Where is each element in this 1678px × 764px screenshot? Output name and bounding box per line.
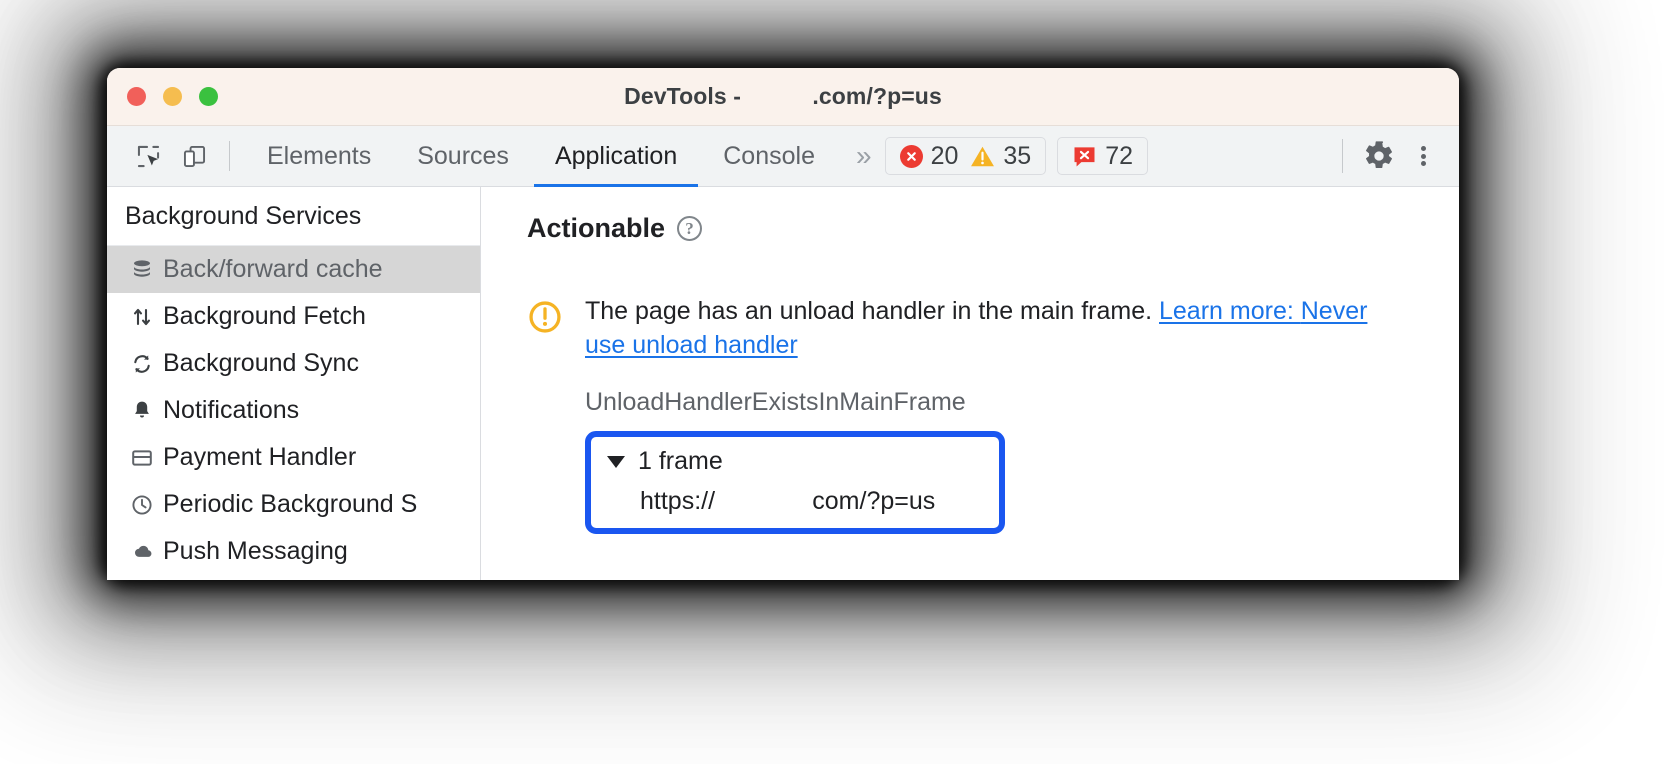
sidebar-item-notifications[interactable]: Notifications <box>107 387 480 434</box>
frames-count-label: 1 frame <box>638 447 723 475</box>
kebab-dot <box>1420 153 1426 159</box>
error-count: 20 <box>930 141 959 170</box>
tab-application-label: Application <box>554 141 678 170</box>
page-title: Actionable <box>527 213 666 243</box>
toolbar-divider-right <box>1342 139 1343 173</box>
triangle-down-icon[interactable] <box>607 455 625 468</box>
devtools-body: Background Services Back/forward cache B… <box>107 187 1459 580</box>
device-toolbar-icon[interactable] <box>171 135 217 177</box>
frame-url[interactable]: https:// com/?p=us <box>607 487 977 516</box>
warning-triangle-icon <box>970 145 995 168</box>
window-title: DevTools - .com/?p=us <box>624 83 942 109</box>
warning-count: 35 <box>1003 141 1032 170</box>
sidebar-item-label: Payment Handler <box>163 443 357 471</box>
tab-console[interactable]: Console <box>700 126 838 187</box>
kebab-menu-icon[interactable] <box>1401 134 1445 178</box>
sync-refresh-icon <box>129 351 155 377</box>
cloud-icon <box>129 539 155 565</box>
sidebar-item-label: Notifications <box>163 396 300 424</box>
screenshot-canvas: DevTools - .com/?p=us Elements Sources A… <box>0 0 1678 764</box>
reason-description: The page has an unload handler in the ma… <box>585 294 1385 362</box>
credit-card-icon <box>129 445 155 471</box>
inspect-cursor-icon[interactable] <box>125 135 171 177</box>
help-question-icon[interactable]: ? <box>677 216 703 241</box>
more-tabs-chevron-icon[interactable]: » <box>838 140 885 172</box>
sidebar-item-label: Periodic Background S <box>163 490 418 518</box>
tab-sources-label: Sources <box>417 141 509 170</box>
bfcache-reason-body: The page has an unload handler in the ma… <box>585 294 1385 534</box>
error-circle-x-icon <box>899 144 923 168</box>
sidebar-item-push-messaging[interactable]: Push Messaging <box>107 528 480 575</box>
issues-counter-group[interactable]: 72 <box>1057 137 1148 175</box>
warning-exclamation-circle-icon <box>527 294 563 534</box>
tab-elements[interactable]: Elements <box>244 126 394 187</box>
tab-application[interactable]: Application <box>532 126 700 187</box>
kebab-dot <box>1420 161 1426 166</box>
toolbar-divider <box>229 141 230 171</box>
frames-highlight-box: 1 frame https:// com/?p=us <box>585 431 1005 534</box>
clock-icon <box>129 492 155 518</box>
reason-sentence: The page has an unload handler in the ma… <box>585 297 1159 325</box>
bell-icon <box>129 398 155 424</box>
up-down-arrows-icon <box>129 304 155 330</box>
bfcache-reason-row: The page has an unload handler in the ma… <box>527 294 1459 534</box>
sidebar-item-label: Push Messaging <box>163 537 348 565</box>
tab-elements-label: Elements <box>267 141 372 170</box>
database-icon <box>129 257 155 283</box>
sidebar-item-label: Background Fetch <box>163 302 366 330</box>
bfcache-main-panel: Actionable ? The page has an unload hand… <box>481 187 1459 580</box>
application-sidebar: Background Services Back/forward cache B… <box>107 187 481 580</box>
frames-disclosure-toggle[interactable]: 1 frame <box>607 447 977 476</box>
tab-sources[interactable]: Sources <box>394 126 532 187</box>
reason-code: UnloadHandlerExistsInMainFrame <box>585 388 966 416</box>
sidebar-item-periodic-background-sync[interactable]: Periodic Background S <box>107 481 480 528</box>
section-header: Actionable ? <box>527 213 1459 244</box>
sidebar-item-label: Back/forward cache <box>163 255 383 283</box>
error-counter[interactable]: 20 <box>899 141 959 171</box>
sidebar-item-background-fetch[interactable]: Background Fetch <box>107 293 480 340</box>
gear-icon[interactable] <box>1357 134 1401 178</box>
kebab-dot <box>1420 146 1426 151</box>
learn-more-link-prefix[interactable]: Learn more: <box>1159 297 1301 325</box>
issues-count: 72 <box>1105 141 1133 170</box>
sidebar-item-label: Background Sync <box>163 349 359 377</box>
tab-console-label: Console <box>723 141 815 170</box>
issue-speech-bubble-x-icon <box>1072 144 1097 169</box>
panel-tab-strip: Elements Sources Application Console <box>244 126 838 187</box>
sidebar-item-payment-handler[interactable]: Payment Handler <box>107 434 480 481</box>
sidebar-section-header: Background Services <box>107 187 480 246</box>
issues-counter[interactable]: 72 <box>1072 142 1133 171</box>
devtools-toolbar: Elements Sources Application Console » 2… <box>107 126 1459 187</box>
window-titlebar: DevTools - .com/?p=us <box>107 68 1459 126</box>
warning-counter[interactable]: 35 <box>970 142 1031 171</box>
toolbar-right-controls <box>1328 134 1445 178</box>
console-counters-group[interactable]: 20 35 <box>884 137 1047 175</box>
sidebar-item-background-sync[interactable]: Background Sync <box>107 340 480 387</box>
sidebar-item-back-forward-cache[interactable]: Back/forward cache <box>107 246 480 293</box>
devtools-window: DevTools - .com/?p=us Elements Sources A… <box>107 68 1459 580</box>
